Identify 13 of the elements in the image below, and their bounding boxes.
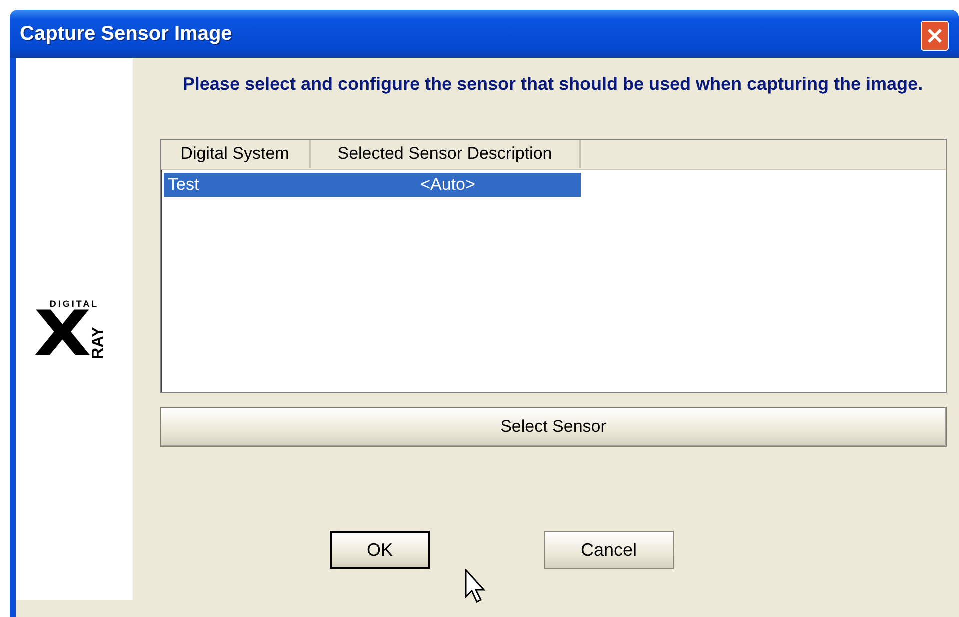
logo-letter: X <box>34 309 91 359</box>
ok-button[interactable]: OK <box>330 531 430 569</box>
close-icon[interactable] <box>921 21 949 51</box>
select-sensor-button[interactable]: Select Sensor <box>160 407 947 447</box>
instruction-text: Please select and configure the sensor that should be used when capturing the image. <box>182 73 924 96</box>
column-header[interactable]: Digital System <box>161 140 311 168</box>
cancel-button[interactable]: Cancel <box>544 531 674 569</box>
logo-text: DIGITAL <box>48 299 100 309</box>
column-header[interactable]: Selected Sensor Description <box>311 140 581 168</box>
logo-text: RAY <box>90 326 108 359</box>
table-cell[interactable]: <Auto> <box>311 173 581 197</box>
table-cell[interactable]: Test <box>164 173 311 197</box>
window-title: Capture Sensor Image <box>20 22 232 46</box>
